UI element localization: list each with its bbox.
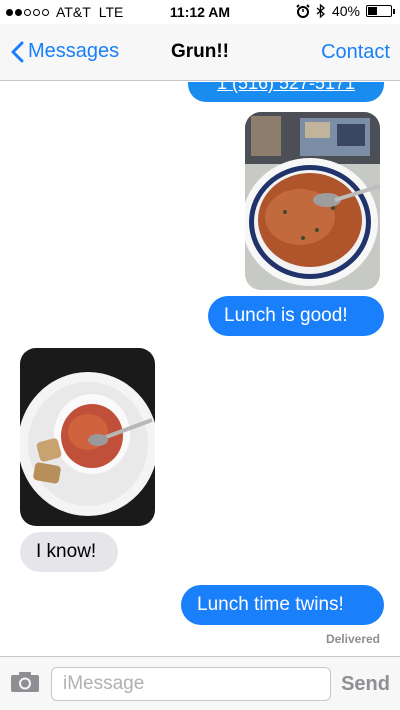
photo-soup-bowl-icon [245,112,380,290]
camera-icon [11,672,39,692]
camera-button[interactable] [10,671,40,698]
battery-percent: 40% [331,3,360,19]
bluetooth-icon [316,3,325,18]
photo-soup-cup-icon [20,348,155,526]
status-right: 40% [296,3,395,19]
status-bar: AT&T LTE 11:12 AM 40% [0,0,400,24]
contact-button[interactable]: Contact [321,41,390,64]
phone-number-link[interactable]: 1 (516) 527-5171 [217,82,355,93]
message-photo-outgoing[interactable] [245,112,380,290]
alarm-icon [296,4,310,18]
message-input[interactable]: iMessage [51,667,331,701]
message-bubble-incoming[interactable]: I know! [20,532,118,572]
message-thread[interactable]: 1 (516) 527-5171 Lunch is good! I know! … [0,82,400,656]
message-bubble-outgoing[interactable]: Lunch is good! [208,296,384,336]
message-text: Lunch time twins! [197,594,344,615]
battery-icon [366,5,395,17]
message-bubble-outgoing[interactable]: Lunch time twins! [181,585,384,625]
send-button[interactable]: Send [341,673,390,696]
message-text: Lunch is good! [224,305,348,326]
battery-fill [368,7,377,15]
message-text: I know! [36,541,97,562]
message-bubble-cut-off[interactable]: 1 (516) 527-5171 [188,82,384,102]
navigation-bar: Messages Grun!! Contact [0,24,400,81]
message-photo-incoming[interactable] [20,348,155,526]
delivery-receipt: Delivered [325,632,380,646]
message-composer: iMessage Send [0,656,400,710]
